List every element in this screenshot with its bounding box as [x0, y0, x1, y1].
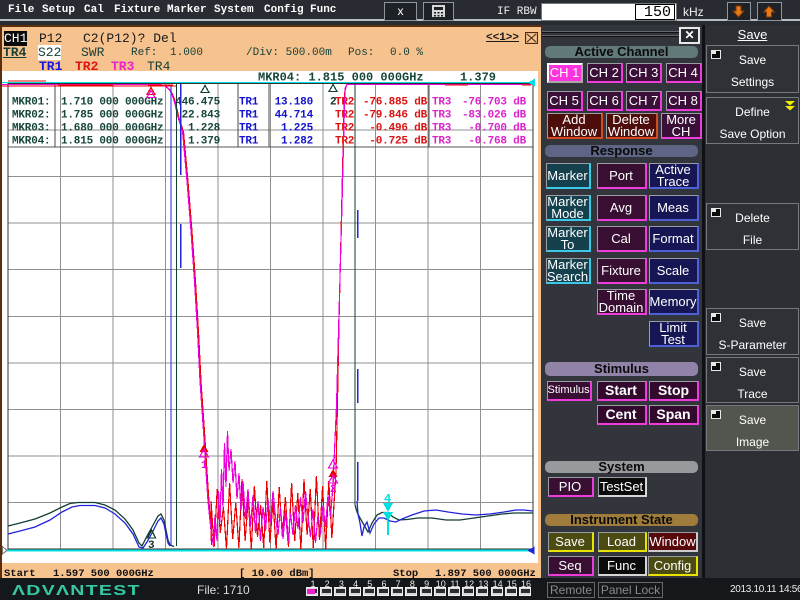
svg-text:1.282: 1.282 [281, 136, 313, 148]
svg-text:TR3: TR3 [432, 110, 452, 122]
svg-text:TR3: TR3 [432, 136, 452, 148]
svg-text:1.680 000 000GHz: 1.680 000 000GHz [61, 123, 163, 135]
svg-text:1.815 000 000GHz: 1.815 000 000GHz [61, 136, 163, 148]
svg-text:1.785 000 000GHz: 1.785 000 000GHz [61, 110, 163, 122]
svg-text:44.714: 44.714 [275, 110, 314, 122]
svg-text:TR1: TR1 [239, 97, 259, 109]
svg-text:22.843: 22.843 [182, 110, 221, 122]
svg-text:TR3: TR3 [432, 97, 452, 109]
svg-text:1.710 000 000GHz: 1.710 000 000GHz [61, 97, 163, 109]
svg-text:TR2: TR2 [335, 136, 354, 148]
svg-text:-79.846 dB: -79.846 dB [363, 110, 428, 122]
svg-text:-0.768 dB: -0.768 dB [468, 136, 526, 148]
svg-text:1.379: 1.379 [188, 136, 220, 148]
svg-text:TR3: TR3 [432, 123, 452, 135]
svg-text:2: 2 [330, 97, 337, 109]
svg-text:-76.703 dB: -76.703 dB [462, 97, 527, 109]
svg-text:TR1: TR1 [239, 123, 259, 135]
svg-text:-76.885 dB: -76.885 dB [363, 97, 428, 109]
svg-text:2: 2 [330, 484, 337, 496]
svg-text:446.475: 446.475 [175, 97, 220, 109]
svg-text:-0.496 dB: -0.496 dB [369, 123, 427, 135]
svg-text:1: 1 [201, 460, 208, 472]
svg-text:MKR03:: MKR03: [12, 123, 50, 135]
svg-text:TR1: TR1 [239, 110, 259, 122]
svg-text:MKR01:: MKR01: [12, 97, 50, 109]
svg-text:-0.700 dB: -0.700 dB [468, 123, 526, 135]
svg-text:TR2: TR2 [335, 123, 354, 135]
svg-text:1.225: 1.225 [281, 123, 314, 135]
svg-text:13.180: 13.180 [275, 97, 313, 109]
svg-text:MKR04:: MKR04: [12, 136, 50, 148]
svg-text:-83.026 dB: -83.026 dB [462, 110, 527, 122]
svg-text:3: 3 [148, 540, 155, 552]
svg-text:1.228: 1.228 [188, 123, 221, 135]
svg-text:MKR02:: MKR02: [12, 110, 50, 122]
svg-text:TR1: TR1 [239, 136, 259, 148]
svg-text:-0.725 dB: -0.725 dB [369, 136, 427, 148]
